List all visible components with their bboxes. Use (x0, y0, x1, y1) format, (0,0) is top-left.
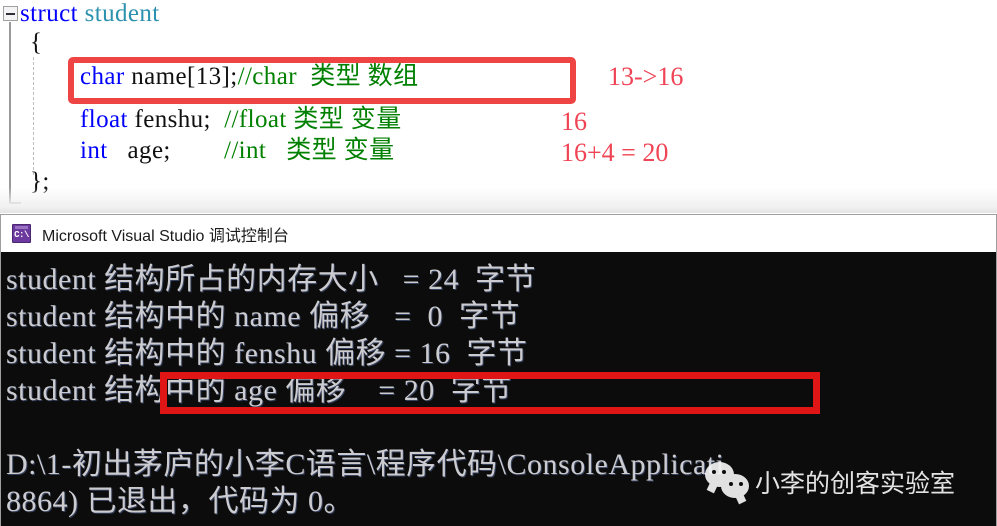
code-line-struct-decl: struct student (20, 0, 160, 29)
comment-int: //int 类型 变量 (223, 137, 395, 164)
brace-open-glyph: { (30, 29, 43, 56)
code-editor-pane[interactable]: struct student { char name[13];//char 类型… (0, 0, 997, 213)
console-output-area[interactable]: student 结构所占的内存大小 = 24 字节 student 结构中的 n… (2, 252, 995, 525)
collapse-minus-icon[interactable] (3, 6, 18, 21)
console-output-line: student 结构中的 name 偏移 = 0 字节 (6, 300, 521, 333)
annotation-padding-13-to-16: 13->16 (608, 62, 684, 91)
console-exit-path-line: D:\1-初出茅庐的小李C语言\程序代码\ConsoleApplicati (6, 448, 725, 481)
screenshot-root: struct student { char name[13];//char 类型… (0, 0, 997, 526)
outline-rail (9, 22, 11, 204)
code-line-int-age: int age; //int 类型 变量 (80, 136, 394, 166)
keyword-float: float (80, 106, 128, 133)
declarator-fenshu: fenshu; (127, 106, 225, 133)
console-output-line: student 结构所占的内存大小 = 24 字节 (6, 263, 537, 296)
console-titlebar[interactable]: C:\ Microsoft Visual Studio 调试控制台 (1, 215, 996, 252)
editor-bottom-fade (0, 187, 997, 213)
annotation-offset-16: 16 (561, 107, 587, 136)
comment-float: //float 类型 变量 (224, 106, 402, 133)
console-highlight-rectangle (160, 372, 820, 414)
keyword-int: int (80, 137, 108, 164)
annotation-offset-16-plus-4: 16+4 = 20 (561, 138, 669, 167)
console-exit-code-line: 8864) 已退出，代码为 0。 (6, 485, 354, 518)
console-app-icon: C:\ (12, 224, 31, 243)
code-line-brace-close: }; (30, 167, 50, 197)
indent-guide (33, 57, 34, 175)
code-line-float-fenshu: float fenshu; //float 类型 变量 (80, 105, 402, 135)
console-app-icon-label: C:\ (14, 229, 29, 240)
brace-close-glyph: }; (30, 168, 50, 195)
console-window-title: Microsoft Visual Studio 调试控制台 (42, 227, 289, 245)
console-output-line: student 结构中的 fenshu 偏移 = 16 字节 (6, 337, 528, 370)
outline-rail-foot (9, 202, 21, 204)
keyword-struct: struct (20, 0, 85, 27)
declarator-age: age; (107, 137, 224, 164)
struct-name-student: student (84, 0, 160, 27)
code-highlight-rectangle (68, 57, 576, 104)
debug-console-window[interactable]: C:\ Microsoft Visual Studio 调试控制台 studen… (0, 214, 997, 526)
code-line-brace-open: { (30, 28, 42, 58)
